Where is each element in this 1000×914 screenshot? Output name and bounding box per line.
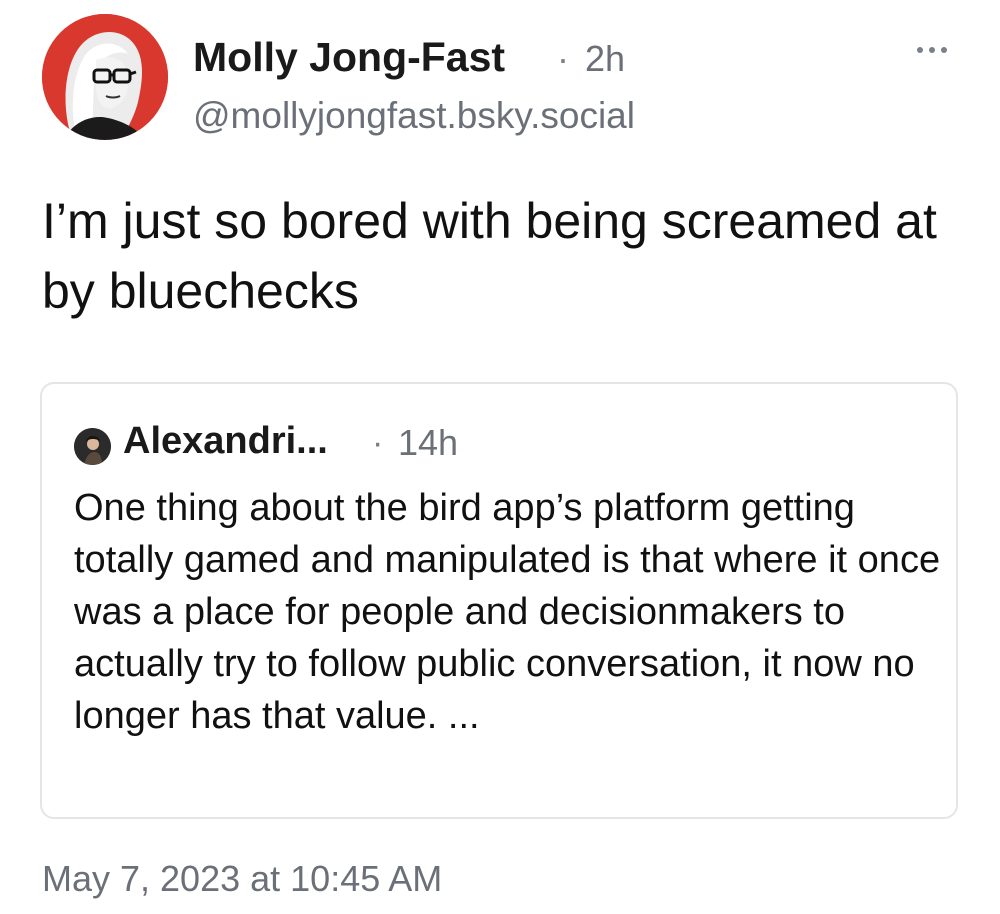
post-text: I’m just so bored with being screamed at…	[42, 193, 937, 319]
user-avatar-icon	[74, 428, 111, 465]
more-options-button[interactable]	[915, 38, 951, 62]
meta-separator: ·	[557, 38, 569, 79]
post-card: Molly Jong-Fast · 2h @mollyjongfast.bsky…	[0, 0, 1000, 914]
author-display-name[interactable]: Molly Jong-Fast	[193, 34, 505, 81]
more-options-icon	[917, 47, 923, 53]
author-handle[interactable]: @mollyjongfast.bsky.social	[193, 95, 635, 137]
quoted-author-name[interactable]: Alexandri...	[123, 420, 328, 463]
quote-meta-separator: ·	[372, 424, 384, 462]
quoted-post-card[interactable]: Alexandri... · 14h One thing about the b…	[40, 382, 958, 819]
user-avatar-icon	[42, 14, 168, 140]
quoted-post-text: One thing about the bird app’s platform …	[74, 487, 941, 737]
post-timestamp: May 7, 2023 at 10:45 AM	[42, 858, 443, 899]
post-age[interactable]: 2h	[585, 38, 625, 80]
quoted-author-avatar[interactable]	[74, 428, 111, 465]
author-avatar[interactable]	[42, 14, 168, 140]
more-options-icon	[941, 47, 947, 53]
quoted-post-age: 14h	[398, 422, 459, 463]
more-options-icon	[929, 47, 935, 53]
